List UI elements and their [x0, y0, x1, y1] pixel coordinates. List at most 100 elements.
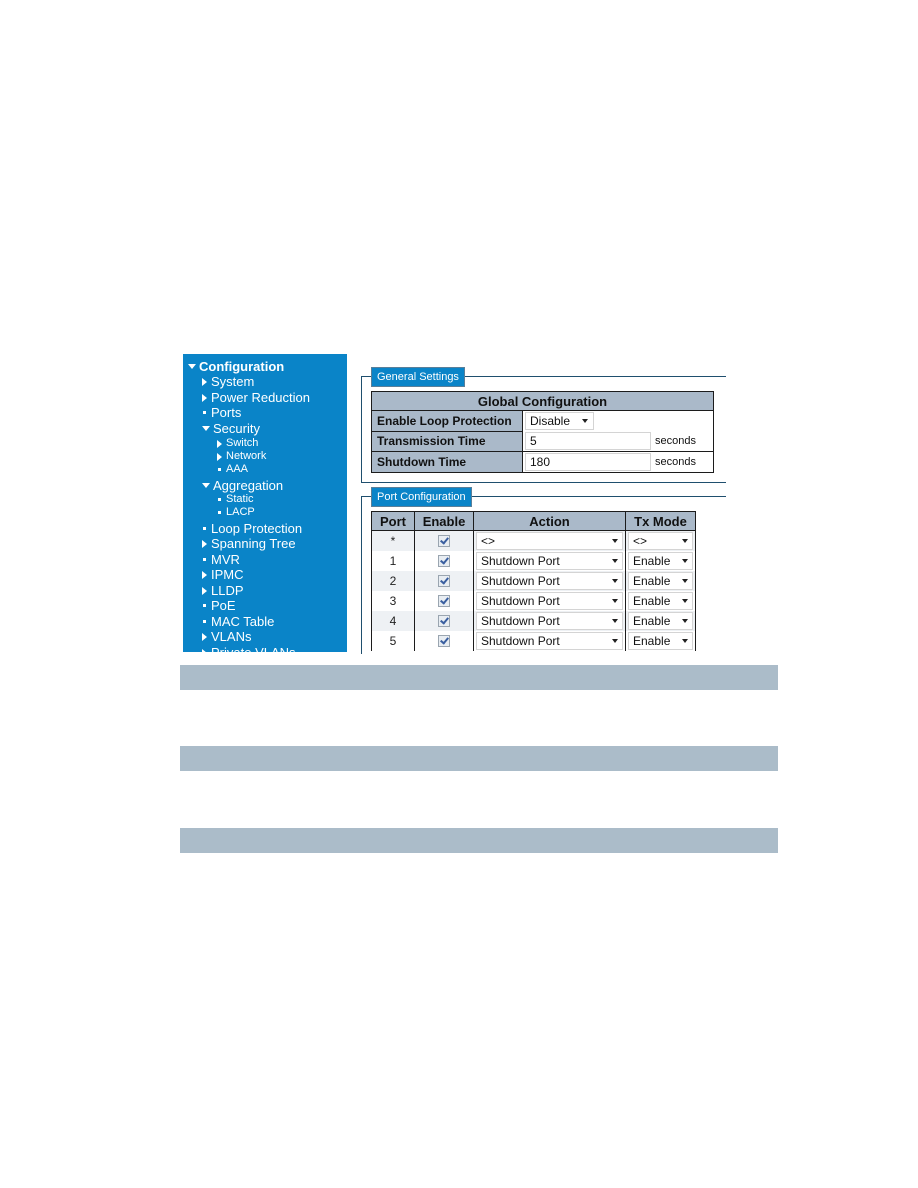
- enable-checkbox[interactable]: [438, 534, 450, 547]
- sidebar-item-mvr[interactable]: MVR: [202, 552, 240, 567]
- sidebar-item-label: System: [211, 374, 255, 389]
- triangle-down-icon: [188, 364, 196, 369]
- chevron-down-icon: [612, 619, 618, 623]
- sidebar-item-mac-table[interactable]: MAC Table: [202, 614, 274, 629]
- enable-checkbox[interactable]: [438, 594, 450, 607]
- tx-mode-value: Enable: [633, 614, 671, 628]
- table-row: 5 Shutdown Port Enable: [371, 631, 696, 651]
- table-row: 4 Shutdown Port Enable: [371, 611, 696, 631]
- column-header-enable: Enable: [414, 511, 474, 531]
- action-select[interactable]: <>: [476, 532, 623, 550]
- sidebar-item-label: VLANs: [211, 629, 252, 644]
- sidebar-item-security[interactable]: Security: [202, 421, 260, 436]
- column-header-tx-mode: Tx Mode: [625, 511, 696, 531]
- square-bullet-icon: [218, 511, 221, 514]
- sidebar-item-private-vlans[interactable]: Private VLANs: [202, 645, 296, 652]
- chevron-down-icon: [682, 579, 688, 583]
- sidebar-item-ports[interactable]: Ports: [202, 405, 241, 420]
- shutdown-time-unit: seconds: [653, 451, 714, 473]
- sidebar-item-vlans[interactable]: VLANs: [202, 629, 251, 644]
- square-bullet-icon: [203, 558, 206, 561]
- chevron-down-icon: [612, 599, 618, 603]
- enable-checkbox[interactable]: [438, 614, 450, 627]
- sidebar-item-label: PoE: [211, 598, 236, 613]
- sidebar-item-system[interactable]: System: [202, 374, 254, 389]
- table-row: * <> <>: [371, 530, 696, 551]
- table-row: 3 Shutdown Port Enable: [371, 591, 696, 611]
- port-configuration-table: Port Enable Action Tx Mode * <> <> 1 Shutdow…: [371, 511, 696, 651]
- transmission-time-input[interactable]: 5: [525, 432, 651, 450]
- chevron-down-icon: [682, 559, 688, 563]
- tx-mode-select[interactable]: Enable: [628, 592, 693, 610]
- sidebar-item-aggregation[interactable]: Aggregation: [202, 478, 283, 493]
- general-settings-legend: General Settings: [371, 367, 465, 387]
- sidebar-item-lacp[interactable]: LACP: [217, 505, 255, 520]
- sidebar-nav: Configuration System Power Reduction Ports S…: [183, 354, 347, 652]
- sidebar-item-label: Power Reduction: [211, 390, 310, 405]
- section-band-2: [180, 746, 778, 771]
- transmission-time-unit: seconds: [653, 431, 714, 452]
- square-bullet-icon: [218, 498, 221, 501]
- column-header-port: Port: [371, 511, 415, 531]
- sidebar-item-lldp[interactable]: LLDP: [202, 583, 244, 598]
- port-number: 2: [371, 571, 415, 591]
- action-select[interactable]: Shutdown Port: [476, 632, 623, 650]
- port-number: 1: [371, 551, 415, 571]
- chevron-down-icon: [682, 619, 688, 623]
- action-value: Shutdown Port: [481, 554, 560, 568]
- triangle-right-icon: [202, 393, 207, 402]
- sidebar-item-aaa[interactable]: AAA: [217, 462, 248, 477]
- sidebar-item-label: LACP: [226, 506, 255, 518]
- tx-mode-value: Enable: [633, 594, 671, 608]
- tx-mode-select[interactable]: Enable: [628, 552, 693, 570]
- chevron-down-icon: [582, 419, 588, 423]
- action-select[interactable]: Shutdown Port: [476, 552, 623, 570]
- tx-mode-select[interactable]: <>: [628, 532, 693, 550]
- triangle-down-icon: [202, 426, 210, 431]
- enable-checkbox[interactable]: [438, 554, 450, 567]
- enable-checkbox[interactable]: [438, 574, 450, 587]
- global-configuration-table: Global Configuration Enable Loop Protect…: [371, 391, 714, 473]
- sidebar-item-label: Ports: [211, 405, 242, 420]
- triangle-right-icon: [217, 439, 222, 448]
- triangle-right-icon: [202, 632, 207, 641]
- action-select[interactable]: Shutdown Port: [476, 572, 623, 590]
- triangle-right-icon: [217, 452, 222, 461]
- action-select[interactable]: Shutdown Port: [476, 612, 623, 630]
- port-number: *: [371, 530, 415, 551]
- action-value: Shutdown Port: [481, 634, 560, 648]
- action-value: Shutdown Port: [481, 594, 560, 608]
- triangle-right-icon: [202, 377, 207, 386]
- triangle-right-icon: [202, 648, 207, 652]
- action-select[interactable]: Shutdown Port: [476, 592, 623, 610]
- table-row: 2 Shutdown Port Enable: [371, 571, 696, 591]
- sidebar-item-ipmc[interactable]: IPMC: [202, 567, 244, 582]
- sidebar-item-spanning-tree[interactable]: Spanning Tree: [202, 536, 296, 551]
- enable-checkbox[interactable]: [438, 634, 450, 647]
- sidebar-item-configuration[interactable]: Configuration: [188, 359, 284, 374]
- tx-mode-select[interactable]: Enable: [628, 632, 693, 650]
- action-value: Shutdown Port: [481, 614, 560, 628]
- shutdown-time-input[interactable]: 180: [525, 453, 651, 471]
- shutdown-time-label: Shutdown Time: [371, 451, 523, 473]
- square-bullet-icon: [203, 527, 206, 530]
- global-configuration-title: Global Configuration: [371, 391, 714, 411]
- tx-mode-select[interactable]: Enable: [628, 612, 693, 630]
- section-band-3: [180, 828, 778, 853]
- square-bullet-icon: [203, 411, 206, 414]
- square-bullet-icon: [203, 620, 206, 623]
- tx-mode-value: Enable: [633, 574, 671, 588]
- tx-mode-select[interactable]: Enable: [628, 572, 693, 590]
- sidebar-item-label: Loop Protection: [211, 521, 303, 536]
- port-configuration-legend: Port Configuration: [371, 487, 472, 507]
- sidebar-item-loop-protection[interactable]: Loop Protection: [202, 521, 302, 536]
- sidebar-item-power-reduction[interactable]: Power Reduction: [202, 390, 310, 405]
- column-header-action: Action: [473, 511, 626, 531]
- enable-loop-protection-select[interactable]: Disable: [525, 412, 594, 430]
- tx-mode-value: Enable: [633, 634, 671, 648]
- tx-mode-value: Enable: [633, 554, 671, 568]
- sidebar-item-label: Configuration: [199, 359, 285, 374]
- chevron-down-icon: [682, 599, 688, 603]
- sidebar-item-poe[interactable]: PoE: [202, 598, 236, 613]
- triangle-right-icon: [202, 539, 207, 548]
